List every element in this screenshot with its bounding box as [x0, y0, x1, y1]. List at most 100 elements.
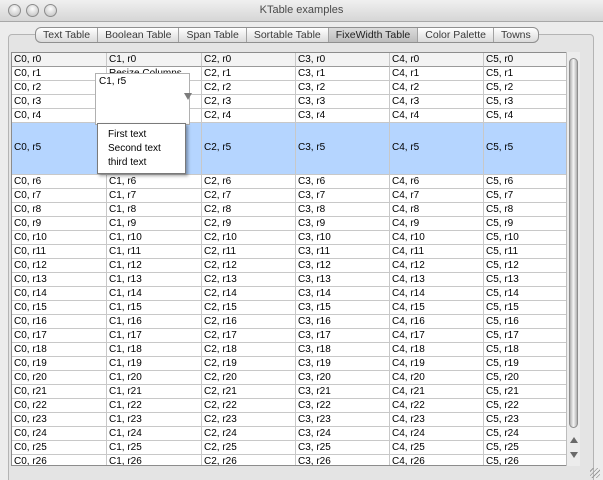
table-cell[interactable]: C5, r9 — [484, 217, 577, 231]
table-cell[interactable]: C1, r13 — [107, 273, 202, 287]
table-cell[interactable]: C3, r12 — [296, 259, 390, 273]
table-cell[interactable]: C3, r22 — [296, 399, 390, 413]
table-cell[interactable]: C3, r25 — [296, 441, 390, 455]
table-cell[interactable]: C4, r4 — [390, 109, 484, 123]
table-cell[interactable]: C2, r10 — [202, 231, 296, 245]
table-cell[interactable]: C2, r16 — [202, 315, 296, 329]
table-cell[interactable]: C1, r23 — [107, 413, 202, 427]
table-cell[interactable]: C5, r12 — [484, 259, 577, 273]
table-cell[interactable]: C2, r14 — [202, 287, 296, 301]
table-cell[interactable]: C4, r14 — [390, 287, 484, 301]
table-cell[interactable]: C5, r10 — [484, 231, 577, 245]
title-bar[interactable]: KTable examples — [0, 0, 603, 22]
table-cell[interactable]: C0, r9 — [12, 217, 107, 231]
table-cell[interactable]: C3, r10 — [296, 231, 390, 245]
table-cell[interactable]: C0, r22 — [12, 399, 107, 413]
table-cell[interactable]: C2, r0 — [202, 53, 296, 67]
table-cell[interactable]: C4, r25 — [390, 441, 484, 455]
table-cell[interactable]: C0, r17 — [12, 329, 107, 343]
table-cell[interactable]: C4, r2 — [390, 81, 484, 95]
table-cell[interactable]: C2, r5 — [202, 123, 296, 175]
table-cell[interactable]: C1, r25 — [107, 441, 202, 455]
table-cell[interactable]: C2, r13 — [202, 273, 296, 287]
table-cell[interactable]: C0, r11 — [12, 245, 107, 259]
table-cell[interactable]: C5, r17 — [484, 329, 577, 343]
table-cell[interactable]: C2, r2 — [202, 81, 296, 95]
combo-cell-editor[interactable]: C1, r5 — [95, 73, 192, 125]
table-cell[interactable]: C3, r3 — [296, 95, 390, 109]
table-row[interactable]: C0, r15 C1, r15 C2, r15 C3, r15 C4, r15 C5, r… — [12, 301, 577, 315]
table-row[interactable]: C0, r14 C1, r14 C2, r14 C3, r14 C4, r14 C5, r… — [12, 287, 577, 301]
table-cell[interactable]: C3, r16 — [296, 315, 390, 329]
dropdown-arrow-icon[interactable] — [184, 93, 192, 100]
resize-grip-icon[interactable] — [590, 468, 600, 478]
table-cell[interactable]: C2, r22 — [202, 399, 296, 413]
table-row[interactable]: C0, r25 C1, r25 C2, r25 C3, r25 C4, r25 C5, r… — [12, 441, 577, 455]
table-cell[interactable]: C5, r14 — [484, 287, 577, 301]
table-cell[interactable]: C0, r0 — [12, 53, 107, 67]
table-cell[interactable]: C5, r13 — [484, 273, 577, 287]
table-cell[interactable]: C4, r24 — [390, 427, 484, 441]
table-cell[interactable]: C5, r1 — [484, 67, 577, 81]
table-cell[interactable]: C1, r8 — [107, 203, 202, 217]
table-header-row[interactable]: C0, r0 C1, r0 C2, r0 C3, r0 C4, r0 C5, r0 — [12, 53, 577, 67]
table-cell[interactable]: C4, r22 — [390, 399, 484, 413]
table-cell[interactable]: C3, r19 — [296, 357, 390, 371]
table-cell[interactable]: C2, r3 — [202, 95, 296, 109]
table-cell[interactable]: C0, r13 — [12, 273, 107, 287]
table-row[interactable]: C0, r11 C1, r11 C2, r11 C3, r11 C4, r11 C5, r… — [12, 245, 577, 259]
table-cell[interactable]: C5, r7 — [484, 189, 577, 203]
table-cell[interactable]: C4, r5 — [390, 123, 484, 175]
table-cell[interactable]: C1, r26 — [107, 455, 202, 465]
table-cell[interactable]: C0, r24 — [12, 427, 107, 441]
vertical-scrollbar[interactable] — [566, 52, 580, 466]
table-row[interactable]: C0, r7 C1, r7 C2, r7 C3, r7 C4, r7 C5, r7 — [12, 189, 577, 203]
table-row[interactable]: C0, r12 C1, r12 C2, r12 C3, r12 C4, r12 C5, r… — [12, 259, 577, 273]
table-cell[interactable]: C0, r18 — [12, 343, 107, 357]
tab-text-table[interactable]: Text Table — [36, 28, 99, 42]
table-cell[interactable]: C2, r25 — [202, 441, 296, 455]
table-cell[interactable]: C3, r18 — [296, 343, 390, 357]
table-cell[interactable]: C1, r21 — [107, 385, 202, 399]
table-cell[interactable]: C4, r6 — [390, 175, 484, 189]
tab-towns[interactable]: Towns — [494, 28, 538, 42]
table-cell[interactable]: C2, r12 — [202, 259, 296, 273]
table-cell[interactable]: C0, r7 — [12, 189, 107, 203]
table-cell[interactable]: C5, r23 — [484, 413, 577, 427]
table-cell[interactable]: C0, r3 — [12, 95, 107, 109]
scroll-up-arrow-icon[interactable] — [570, 437, 578, 443]
table-cell[interactable]: C5, r19 — [484, 357, 577, 371]
table-cell[interactable]: C2, r19 — [202, 357, 296, 371]
table-row[interactable]: C0, r24 C1, r24 C2, r24 C3, r24 C4, r24 C5, r… — [12, 427, 577, 441]
table-cell[interactable]: C4, r9 — [390, 217, 484, 231]
table-cell[interactable]: C0, r16 — [12, 315, 107, 329]
table-cell[interactable]: C4, r15 — [390, 301, 484, 315]
table-cell[interactable]: C5, r16 — [484, 315, 577, 329]
table-cell[interactable]: C1, r24 — [107, 427, 202, 441]
dropdown-option[interactable]: Second text — [108, 142, 161, 156]
table-cell[interactable]: C2, r17 — [202, 329, 296, 343]
table-cell[interactable]: C1, r10 — [107, 231, 202, 245]
table-cell[interactable]: C4, r10 — [390, 231, 484, 245]
table-cell[interactable]: C2, r18 — [202, 343, 296, 357]
table-cell[interactable]: C3, r1 — [296, 67, 390, 81]
table-cell[interactable]: C2, r26 — [202, 455, 296, 465]
table-row[interactable]: C0, r16 C1, r16 C2, r16 C3, r16 C4, r16 C5, r… — [12, 315, 577, 329]
table-cell[interactable]: C5, r8 — [484, 203, 577, 217]
table-cell[interactable]: C0, r15 — [12, 301, 107, 315]
table-cell[interactable]: C1, r16 — [107, 315, 202, 329]
dropdown-option[interactable]: third text — [108, 156, 146, 170]
table-cell[interactable]: C3, r15 — [296, 301, 390, 315]
tab-sortable-table[interactable]: Sortable Table — [247, 28, 329, 42]
table-cell[interactable]: C1, r7 — [107, 189, 202, 203]
table-cell[interactable]: C2, r23 — [202, 413, 296, 427]
table-cell[interactable]: C3, r2 — [296, 81, 390, 95]
table-cell[interactable]: C4, r19 — [390, 357, 484, 371]
table-cell[interactable]: C0, r21 — [12, 385, 107, 399]
scroll-down-arrow-icon[interactable] — [570, 452, 578, 458]
table-cell[interactable]: C0, r4 — [12, 109, 107, 123]
table-cell[interactable]: C4, r7 — [390, 189, 484, 203]
table-cell[interactable]: C4, r18 — [390, 343, 484, 357]
table-cell[interactable]: C5, r4 — [484, 109, 577, 123]
table-cell[interactable]: C1, r11 — [107, 245, 202, 259]
